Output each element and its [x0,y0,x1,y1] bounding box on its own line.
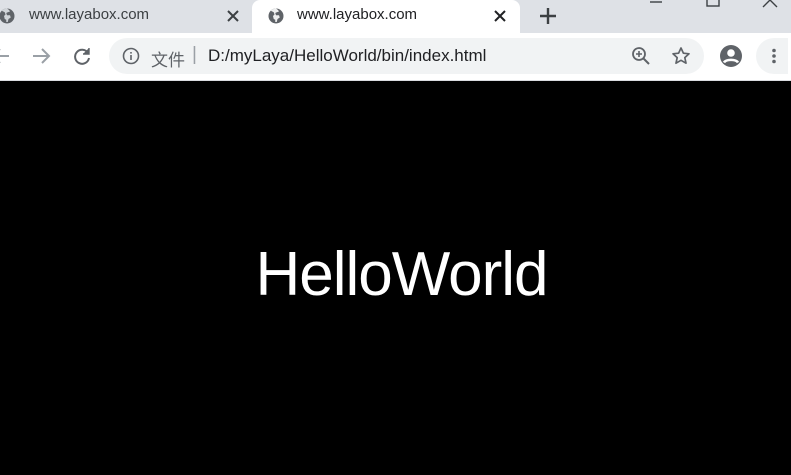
globe-icon [267,7,285,25]
more-vert-icon [772,48,776,64]
new-tab-icon[interactable] [536,4,560,28]
close-icon[interactable] [224,7,242,25]
globe-icon [0,7,16,25]
tab-title: www.layabox.com [297,6,418,23]
address-bar[interactable]: 文件 | D:/myLaya/HelloWorld/bin/index.html [109,38,704,74]
back-icon[interactable] [0,45,12,67]
reload-icon[interactable] [71,45,93,67]
zoom-icon[interactable] [631,46,651,66]
tab-active[interactable]: www.layabox.com [252,0,520,33]
tab-strip: www.layabox.com www.layabox.com [0,0,791,33]
bookmark-star-icon[interactable] [671,46,691,66]
close-icon[interactable] [491,7,509,25]
info-icon[interactable] [122,47,140,65]
browser-menu-button[interactable] [756,38,788,74]
url-text[interactable]: D:/myLaya/HelloWorld/bin/index.html [208,46,486,66]
browser-toolbar: 文件 | D:/myLaya/HelloWorld/bin/index.html [0,33,791,81]
tab-title: www.layabox.com [29,6,150,23]
window-close-icon[interactable] [760,0,780,10]
page-content: HelloWorld [0,81,791,475]
profile-avatar-icon[interactable] [719,44,743,68]
tab-inactive[interactable]: www.layabox.com [0,0,250,33]
url-scheme-label: 文件 [151,51,185,70]
forward-icon[interactable] [30,45,52,67]
minimize-icon[interactable] [646,0,666,10]
hello-world-text: HelloWorld [255,240,548,309]
url-separator: | [192,44,197,65]
maximize-icon[interactable] [703,0,723,10]
